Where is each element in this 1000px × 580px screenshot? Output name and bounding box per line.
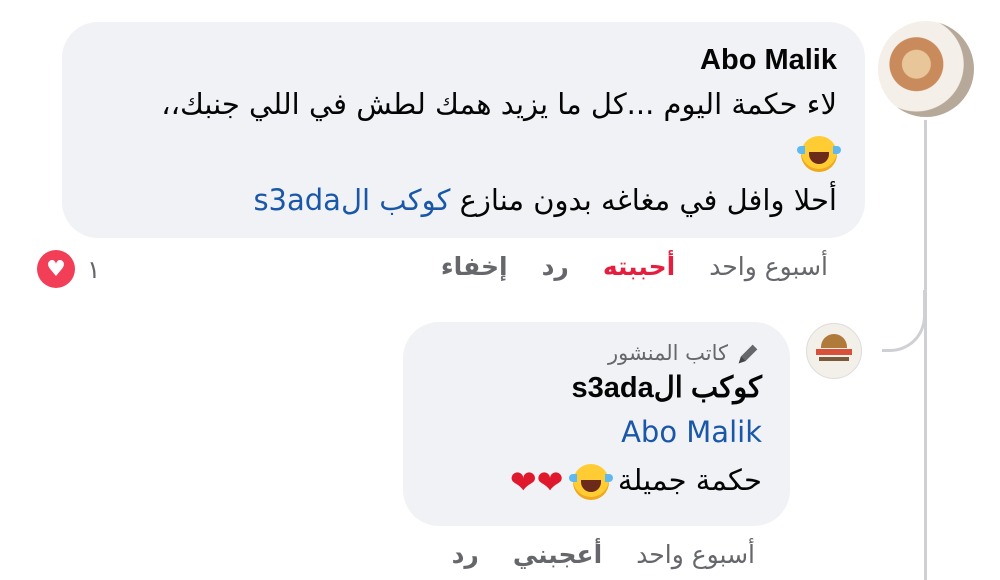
reply-thread-connector [882,290,926,352]
reaction-count: ١ [87,254,101,284]
laughing-emoji-icon [797,136,841,172]
reply-text-line: حكمة جميلة ❤❤ [431,456,762,504]
reply-button[interactable]: رد [452,540,479,569]
thread-line [924,120,927,580]
comment-text: أحلا وافل في مغاغه بدون منازع [450,183,837,217]
comment-text-line: أحلا وافل في مغاغه بدون منازع كوكب الs3a… [90,176,837,224]
comment-emoji-line [90,128,841,176]
like-button[interactable]: أعجبني [513,540,602,569]
hide-button[interactable]: إخفاء [441,252,508,281]
like-button[interactable]: أحببته [603,252,675,281]
page-mention-link[interactable]: كوكب الs3ada [253,183,450,217]
red-heart-icon: ❤ [536,463,564,501]
heart-reaction-icon: ♥ [37,250,75,288]
user-mention-link[interactable]: Abo Malik [431,408,762,456]
laughing-emoji-icon [568,464,613,500]
author-badge: كاتب المنشور [431,338,762,368]
avatar[interactable] [878,21,974,117]
reply-timestamp[interactable]: أسبوع واحد [636,540,755,569]
comment-text-line: لاء حكمة اليوم ...كل ما يزيد همك لطش في … [161,87,837,121]
comment-actions: أسبوع واحد أحببته رد إخفاء [441,252,828,281]
red-heart-icon: ❤ [509,463,537,501]
reply-button[interactable]: رد [542,252,569,281]
comment-timestamp[interactable]: أسبوع واحد [709,252,828,281]
reply-bubble: كاتب المنشور كوكب الs3ada Abo Malik حكمة… [403,322,790,526]
reaction-summary[interactable]: ♥ ١ [37,250,100,288]
comment-author[interactable]: Abo Malik [90,40,837,80]
reply-actions: أسبوع واحد أعجبني رد [452,540,755,569]
reply-text: حكمة جميلة [617,463,762,497]
reply-author[interactable]: كوكب الs3ada [431,368,763,408]
page-avatar[interactable] [806,323,862,379]
pencil-icon [738,344,758,364]
comment-bubble: Abo Malik لاء حكمة اليوم ...كل ما يزيد ه… [62,22,865,238]
author-badge-label: كاتب المنشور [608,341,728,365]
